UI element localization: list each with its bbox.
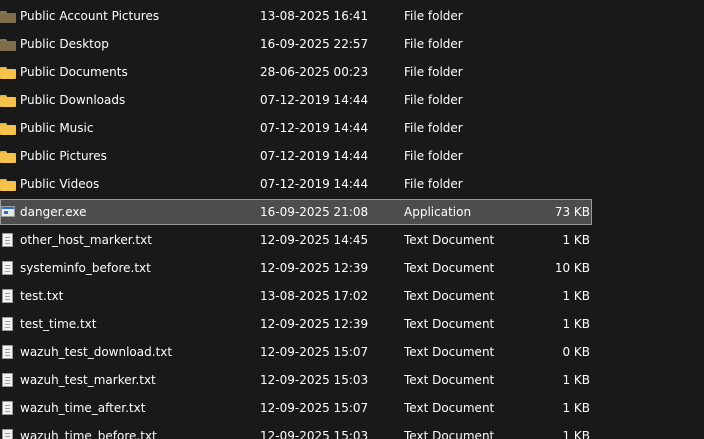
file-type: Text Document	[404, 317, 495, 331]
file-row[interactable]: systeminfo_before.txt 12-09-2025 12:39 Tex…	[0, 255, 704, 283]
file-type: File folder	[404, 37, 463, 51]
file-size	[520, 3, 590, 30]
file-list: Public Account Pictures 13-08-2025 16:41 F…	[0, 3, 704, 439]
text-document-icon	[0, 283, 18, 310]
file-row[interactable]: wazuh_time_after.txt 12-09-2025 15:07 Text…	[0, 395, 704, 423]
file-name: systeminfo_before.txt	[20, 261, 151, 275]
file-size	[520, 115, 590, 142]
text-document-icon	[0, 311, 18, 338]
file-type: Text Document	[404, 373, 495, 387]
file-row[interactable]: Public Music 07-12-2019 14:44 File folder	[0, 115, 704, 143]
application-icon	[0, 199, 18, 226]
file-name: wazuh_test_download.txt	[20, 345, 173, 359]
file-type: Text Document	[404, 345, 495, 359]
file-row[interactable]: wazuh_test_marker.txt 12-09-2025 15:03 Tex…	[0, 367, 704, 395]
file-row[interactable]: Public Documents 28-06-2025 00:23 File fol…	[0, 59, 704, 87]
file-name: Public Videos	[20, 177, 100, 191]
file-row[interactable]: test.txt 13-08-2025 17:02 Text Document 1 K…	[0, 283, 704, 311]
file-row[interactable]: other_host_marker.txt 12-09-2025 14:45 Tex…	[0, 227, 704, 255]
file-size	[520, 87, 590, 114]
file-name: Public Pictures	[20, 149, 107, 163]
file-row[interactable]: Public Downloads 07-12-2019 14:44 File fol…	[0, 87, 704, 115]
file-size: 1 KB	[562, 401, 590, 415]
file-size: 0 KB	[562, 345, 590, 359]
file-date-modified: 13-08-2025 16:41	[260, 9, 369, 23]
file-size: 1 KB	[562, 373, 590, 387]
folder-icon	[0, 59, 18, 86]
folder-icon	[0, 87, 18, 114]
file-row[interactable]: Public Account Pictures 13-08-2025 16:41 F…	[0, 3, 704, 31]
file-size: 1 KB	[562, 317, 590, 331]
folder-icon	[0, 31, 18, 58]
file-size: 1 KB	[562, 429, 590, 439]
file-type: Text Document	[404, 233, 495, 247]
file-row[interactable]: wazuh_time_before.txt 12-09-2025 15:03 Tex…	[0, 423, 704, 439]
file-name: Public Downloads	[20, 93, 126, 107]
text-document-icon	[0, 255, 18, 282]
file-type: Text Document	[404, 429, 495, 439]
folder-icon	[0, 3, 18, 30]
file-date-modified: 12-09-2025 14:45	[260, 233, 369, 247]
file-name: wazuh_time_before.txt	[20, 429, 157, 439]
file-name: Public Documents	[20, 65, 128, 79]
file-size	[520, 143, 590, 170]
file-type: File folder	[404, 9, 463, 23]
file-date-modified: 12-09-2025 15:03	[260, 373, 369, 387]
file-type: File folder	[404, 65, 463, 79]
file-size	[520, 171, 590, 198]
file-row[interactable]: Public Desktop 16-09-2025 22:57 File folde…	[0, 31, 704, 59]
text-document-icon	[0, 339, 18, 366]
file-size: 73 KB	[554, 205, 590, 219]
file-name: other_host_marker.txt	[20, 233, 152, 247]
file-date-modified: 07-12-2019 14:44	[260, 177, 369, 191]
file-type: File folder	[404, 93, 463, 107]
file-type: File folder	[404, 121, 463, 135]
file-size: 1 KB	[562, 289, 590, 303]
file-date-modified: 12-09-2025 15:07	[260, 345, 369, 359]
folder-icon	[0, 171, 18, 198]
file-name: danger.exe	[20, 205, 87, 219]
file-name: Public Music	[20, 121, 94, 135]
file-size	[520, 59, 590, 86]
file-type: Text Document	[404, 401, 495, 415]
file-date-modified: 12-09-2025 12:39	[260, 261, 369, 275]
folder-icon	[0, 115, 18, 142]
file-size: 1 KB	[562, 233, 590, 247]
file-name: Public Account Pictures	[20, 9, 160, 23]
file-name: wazuh_test_marker.txt	[20, 373, 156, 387]
text-document-icon	[0, 227, 18, 254]
file-row[interactable]: test_time.txt 12-09-2025 12:39 Text Docume…	[0, 311, 704, 339]
file-name: Public Desktop	[20, 37, 109, 51]
file-date-modified: 13-08-2025 17:02	[260, 289, 369, 303]
file-date-modified: 07-12-2019 14:44	[260, 149, 369, 163]
file-row[interactable]: danger.exe 16-09-2025 21:08 Application 73 …	[0, 199, 704, 227]
file-date-modified: 07-12-2019 14:44	[260, 121, 369, 135]
file-date-modified: 16-09-2025 21:08	[260, 205, 369, 219]
folder-icon	[0, 143, 18, 170]
file-type: File folder	[404, 149, 463, 163]
file-type: Text Document	[404, 261, 495, 275]
file-size: 10 KB	[554, 261, 590, 275]
file-name: test_time.txt	[20, 317, 97, 331]
file-date-modified: 28-06-2025 00:23	[260, 65, 369, 79]
file-date-modified: 12-09-2025 15:03	[260, 429, 369, 439]
file-date-modified: 12-09-2025 15:07	[260, 401, 369, 415]
file-size	[520, 31, 590, 58]
file-date-modified: 12-09-2025 12:39	[260, 317, 369, 331]
file-row[interactable]: Public Videos 07-12-2019 14:44 File folder	[0, 171, 704, 199]
file-name: wazuh_time_after.txt	[20, 401, 146, 415]
text-document-icon	[0, 367, 18, 394]
file-type: File folder	[404, 177, 463, 191]
file-name: test.txt	[20, 289, 64, 303]
file-row[interactable]: Public Pictures 07-12-2019 14:44 File fold…	[0, 143, 704, 171]
file-type: Application	[404, 205, 472, 219]
text-document-icon	[0, 423, 18, 439]
file-date-modified: 07-12-2019 14:44	[260, 93, 369, 107]
file-row[interactable]: wazuh_test_download.txt 12-09-2025 15:07 T…	[0, 339, 704, 367]
text-document-icon	[0, 395, 18, 422]
file-type: Text Document	[404, 289, 495, 303]
file-date-modified: 16-09-2025 22:57	[260, 37, 369, 51]
